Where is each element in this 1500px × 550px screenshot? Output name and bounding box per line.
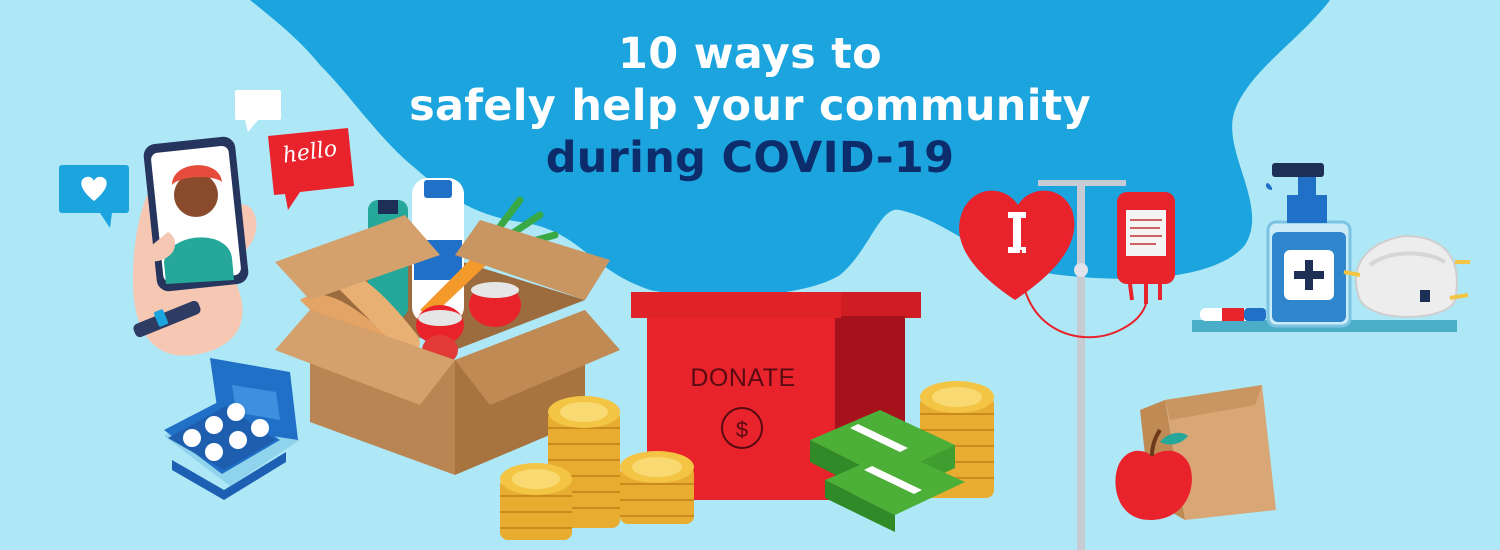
chat-bubble-icon bbox=[235, 90, 281, 132]
title-line-2: safely help your community bbox=[409, 81, 1091, 131]
heart-bubble-icon bbox=[59, 165, 129, 228]
egg-carton-icon bbox=[164, 358, 300, 500]
blood-bag-icon bbox=[1117, 192, 1175, 304]
donate-dollar-symbol: $ bbox=[736, 417, 748, 442]
title-line-1: 10 ways to bbox=[618, 29, 882, 79]
phone-video-call-icon bbox=[132, 136, 257, 356]
title-line-3: during COVID-19 bbox=[545, 133, 955, 183]
heart-icon bbox=[959, 190, 1075, 300]
banner: $ 10 ways to safely help your community … bbox=[0, 0, 1500, 550]
face-mask-icon bbox=[1343, 234, 1470, 318]
donate-label: DONATE bbox=[690, 364, 796, 392]
thermometer-icon bbox=[1200, 308, 1266, 321]
page-title: 10 ways to safely help your community du… bbox=[330, 28, 1170, 184]
